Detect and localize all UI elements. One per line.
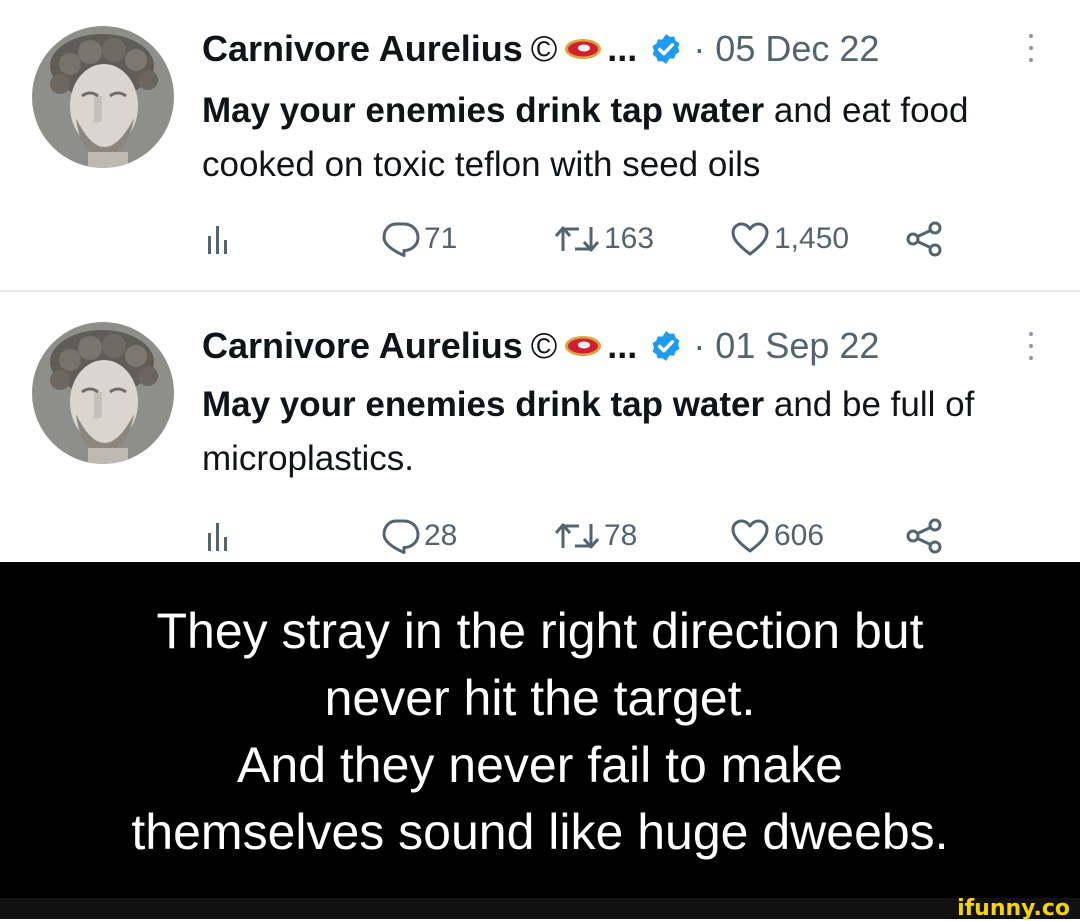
share-button[interactable] [904,511,944,561]
tweet-actions: 71 163 1,450 [0,214,1080,264]
share-icon [906,518,942,554]
more-options-icon[interactable] [1026,34,1036,66]
more-options-icon[interactable] [1026,332,1036,364]
share-button[interactable] [904,214,944,264]
caption-line: And they never fail to make [237,737,843,793]
caption-line: themselves sound like huge dweebs. [131,804,949,860]
analytics-icon [208,523,227,551]
retweet-icon [554,226,600,252]
like-count: 606 [774,519,825,552]
share-icon [906,221,942,257]
caption-banner: They stray in the right direction but ne… [0,562,1080,898]
tweet-card[interactable]: Carnivore Aurelius © ... · 05 Dec 22 May… [0,0,1080,290]
retweet-icon [554,523,600,549]
reply-icon [382,222,420,257]
like-button[interactable]: 1,450 [730,214,849,264]
caption-text: They stray in the right direction but ne… [20,598,1060,866]
like-count: 1,450 [774,222,850,255]
tweet-header: Carnivore Aurelius © ... · 01 Sep 22 [202,325,879,367]
analytics-button[interactable] [204,511,234,561]
bust-avatar [32,322,174,464]
caption-line: They stray in the right direction but [156,603,924,659]
retweet-count: 78 [604,519,638,552]
verified-badge-icon [652,34,680,64]
tweet-text: May your enemies drink tap water and eat… [202,84,1052,192]
caption-line: never hit the target. [324,670,756,726]
verified-badge-icon [652,331,680,361]
retweet-count: 163 [604,222,655,255]
analytics-icon [208,226,227,254]
ifunny-watermark: ifunny.co [957,896,1070,921]
tweet-actions: 28 78 606 [0,511,1080,561]
like-icon [731,519,769,553]
reply-button[interactable]: 28 [380,511,457,561]
avatar[interactable] [32,26,174,168]
tweet-date[interactable]: · 05 Dec 22 [693,28,879,70]
like-icon [731,222,769,256]
display-name[interactable]: Carnivore Aurelius [202,325,523,367]
tweet-text: May your enemies drink tap water and be … [202,378,1052,486]
steak-emoji [565,336,602,356]
reply-count: 28 [424,519,458,552]
bust-avatar [32,26,174,168]
name-truncation: ... [607,28,638,69]
reply-count: 71 [424,222,458,255]
tweet-header: Carnivore Aurelius © ... · 05 Dec 22 [202,28,879,70]
avatar[interactable] [32,322,174,464]
watermark-bar: ifunny.co [0,896,1080,921]
steak-emoji [565,39,602,59]
tweet-card[interactable]: Carnivore Aurelius © ... · 01 Sep 22 May… [0,292,1080,560]
analytics-button[interactable] [204,214,234,264]
reply-button[interactable]: 71 [380,214,457,264]
like-button[interactable]: 606 [730,511,824,561]
name-truncation: ... [607,325,638,366]
copyright-mark: © [530,28,558,69]
retweet-button[interactable]: 163 [554,214,654,264]
display-name[interactable]: Carnivore Aurelius [202,28,523,70]
reply-icon [382,519,420,554]
tweet-text-bold: May your enemies drink tap water [202,385,765,424]
tweet-date[interactable]: · 01 Sep 22 [693,325,879,367]
copyright-mark: © [530,325,558,366]
retweet-button[interactable]: 78 [554,511,637,561]
tweet-text-bold: May your enemies drink tap water [202,91,765,130]
